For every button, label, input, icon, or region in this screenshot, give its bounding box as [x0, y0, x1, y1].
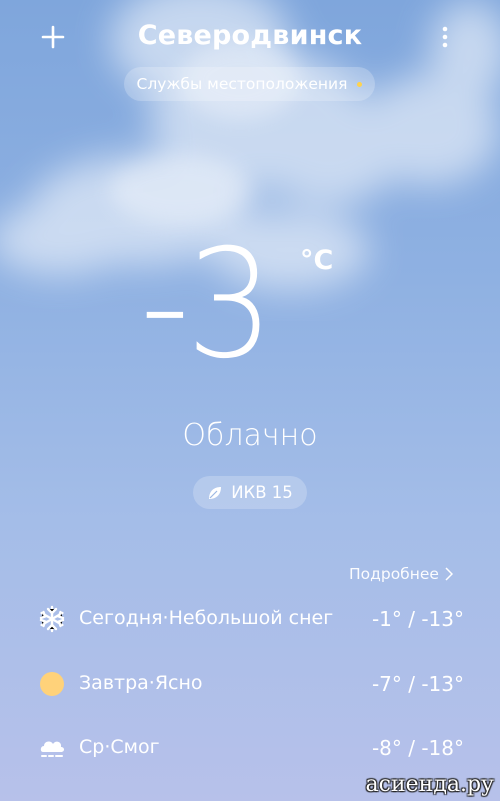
details-label: Подробнее: [349, 565, 439, 583]
snowflake-icon: [39, 605, 65, 633]
weather-condition: Облачно: [182, 418, 318, 453]
forecast-temps: -7° / -13°: [371, 672, 464, 696]
menu-button[interactable]: [430, 22, 460, 52]
temperature-unit: °C: [300, 245, 334, 276]
details-link[interactable]: Подробнее: [349, 565, 453, 583]
forecast-row-wednesday[interactable]: Ср·Смог -8° / -18°: [0, 728, 500, 768]
forecast-label: Ср·Смог: [79, 736, 160, 758]
leaf-icon: [209, 486, 222, 499]
city-name: Северодвинск: [137, 20, 363, 51]
forecast-row-tomorrow[interactable]: Завтра·Ясно -7° / -13°: [0, 664, 500, 704]
forecast-label: Завтра·Ясно: [79, 672, 203, 694]
sun-icon: [40, 672, 64, 696]
more-vertical-icon: [442, 26, 448, 48]
watermark: асиенда.ру: [365, 772, 494, 797]
aqi-label: ИКВ 15: [231, 483, 293, 502]
smog-icon: [40, 741, 64, 757]
location-status-dot: [357, 81, 363, 87]
forecast-row-today[interactable]: Сегодня·Небольшой снег -1° / -13°: [0, 599, 500, 639]
aqi-button[interactable]: ИКВ 15: [193, 476, 307, 509]
location-services-button[interactable]: Службы местоположения: [124, 67, 375, 101]
forecast-temps: -8° / -18°: [371, 736, 464, 760]
temperature-value: -3: [140, 218, 274, 392]
forecast-label: Сегодня·Небольшой снег: [79, 607, 334, 629]
top-bar: Северодвинск: [0, 0, 500, 70]
forecast-temps: -1° / -13°: [371, 607, 464, 631]
location-services-label: Службы местоположения: [136, 75, 348, 93]
chevron-right-icon: [445, 567, 453, 581]
